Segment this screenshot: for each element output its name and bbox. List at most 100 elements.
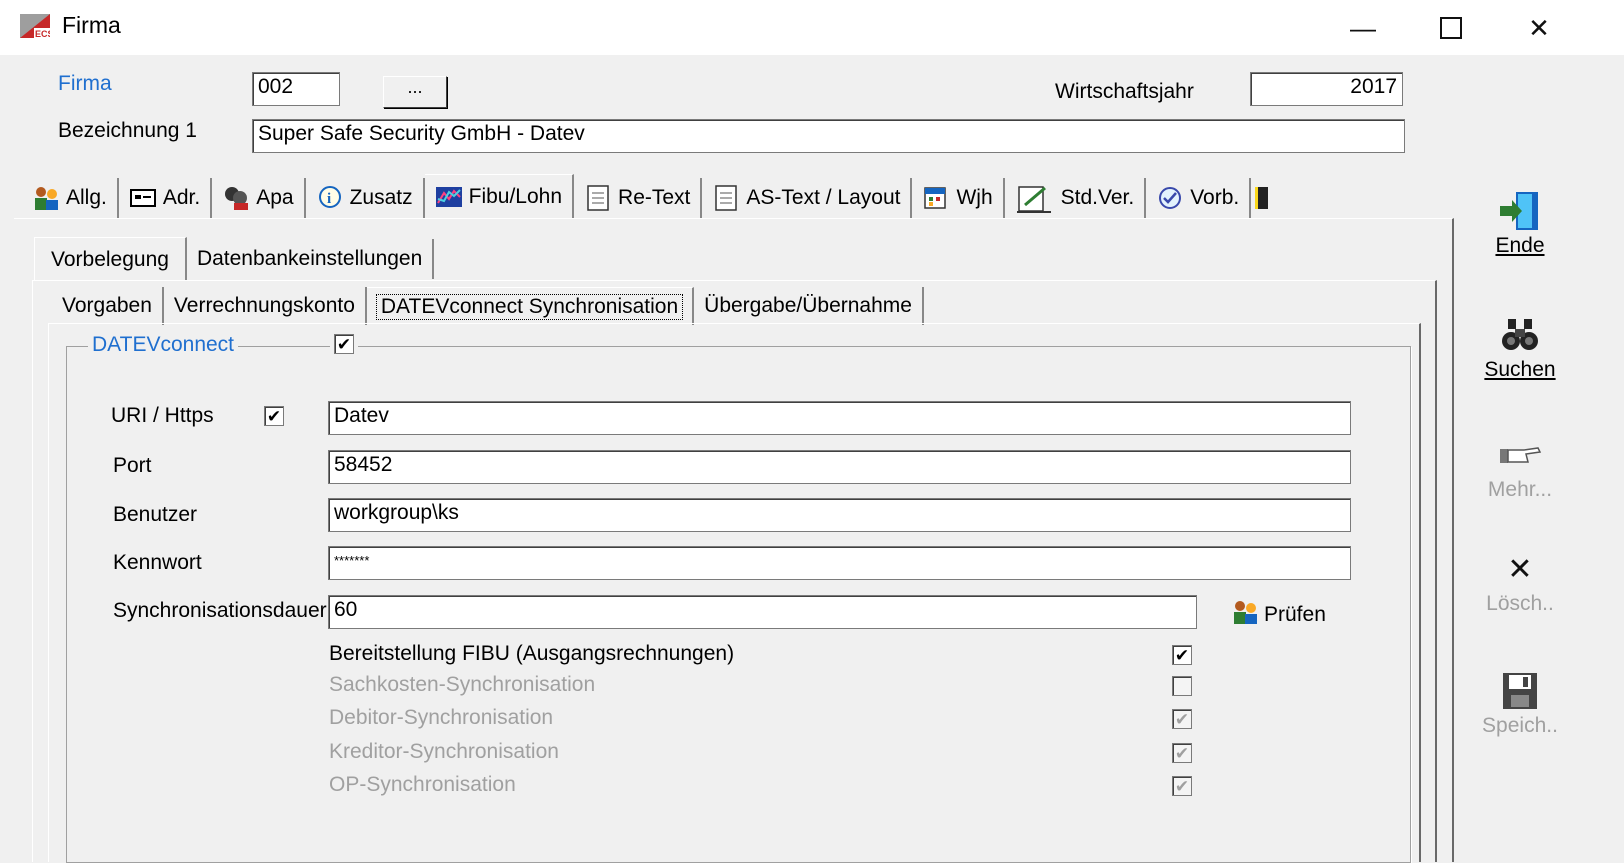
app-icon: ECS bbox=[20, 10, 54, 40]
option-checkbox-kreditor: ✔ bbox=[1172, 743, 1192, 763]
wirtschaftsjahr-label: Wirtschaftsjahr bbox=[1055, 80, 1194, 103]
delete-x-icon: ✕ bbox=[1507, 552, 1533, 586]
window-title: Firma bbox=[62, 12, 121, 38]
firma-browse-button[interactable]: ... bbox=[383, 76, 447, 108]
option-label-bereitstellung: Bereitstellung FIBU (Ausgangsrechnungen) bbox=[329, 642, 735, 665]
suchen-text: Suchen bbox=[1484, 358, 1556, 381]
tab-uebergabe-uebernahme[interactable]: Übergabe/Übernahme bbox=[694, 287, 924, 325]
tab-label: Datenbankeinstellungen bbox=[196, 247, 423, 270]
option-checkbox-bereitstellung[interactable]: ✔ bbox=[1172, 645, 1192, 665]
tab-label: Re-Text bbox=[618, 186, 691, 209]
suchen-label: Suchen bbox=[1470, 358, 1570, 382]
tab-as-text-layout[interactable]: AS-Text / Layout bbox=[702, 178, 913, 218]
tab-vorb[interactable]: Vorb. bbox=[1146, 178, 1252, 218]
save-disk-icon bbox=[1470, 668, 1570, 714]
bezeichnung-input[interactable]: Super Safe Security GmbH - Datev bbox=[252, 119, 1405, 153]
option-checkbox-op: ✔ bbox=[1172, 776, 1192, 796]
sub-tab-bar: Vorbelegung Datenbankeinstellungen bbox=[34, 237, 435, 281]
uri-label: URI / Https bbox=[111, 404, 214, 427]
firma-label: Firma bbox=[58, 72, 112, 95]
tab-datenbankeinstellungen[interactable]: Datenbankeinstellungen bbox=[187, 239, 435, 279]
tab-allg[interactable]: Allg. bbox=[22, 178, 119, 218]
tab-vorgaben[interactable]: Vorgaben bbox=[52, 287, 164, 325]
loeschen-button[interactable]: ✕ Lösch.. bbox=[1470, 546, 1570, 616]
synchronisationsdauer-label: Synchronisationsdauer bbox=[113, 599, 327, 622]
uri-input[interactable]: Datev bbox=[328, 401, 1351, 435]
tab-wjh[interactable]: Wjh bbox=[912, 178, 1005, 218]
contacts-icon bbox=[222, 185, 250, 211]
tab-vorbelegung[interactable]: Vorbelegung bbox=[34, 237, 187, 281]
tab-label: Wjh bbox=[956, 186, 993, 209]
more-tabs-icon bbox=[1255, 187, 1269, 209]
svg-text:i: i bbox=[327, 191, 331, 207]
tab-std-ver[interactable]: Std.Ver. bbox=[1005, 178, 1147, 218]
tab-label: Std.Ver. bbox=[1060, 186, 1135, 209]
speichern-button[interactable]: Speich.. bbox=[1470, 668, 1570, 738]
ende-button[interactable]: Ende bbox=[1470, 188, 1570, 258]
tab-label: Adr. bbox=[162, 186, 201, 209]
tab-label: Vorbelegung bbox=[51, 247, 169, 271]
synchronisationsdauer-input[interactable]: 60 bbox=[328, 595, 1197, 629]
minimize-button[interactable]: — bbox=[1340, 8, 1386, 48]
sub-sub-tab-bar: Vorgaben Verrechnungskonto DATEVconnect … bbox=[52, 287, 924, 325]
people-icon bbox=[32, 185, 60, 211]
calendar-icon bbox=[922, 185, 950, 211]
tab-label: Allg. bbox=[66, 186, 107, 209]
pruefen-button[interactable]: Prüfen bbox=[1230, 598, 1326, 632]
pointing-hand-icon bbox=[1470, 432, 1570, 478]
tab-label: Zusatz bbox=[349, 186, 413, 209]
vorb-icon bbox=[1156, 185, 1184, 211]
ende-label: Ende bbox=[1495, 234, 1545, 257]
benutzer-label: Benutzer bbox=[113, 503, 198, 526]
kennwort-label: Kennwort bbox=[113, 551, 202, 574]
option-label-op: OP-Synchronisation bbox=[329, 773, 516, 796]
port-label: Port bbox=[113, 454, 152, 477]
tab-adr[interactable]: Adr. bbox=[119, 178, 213, 218]
option-label-debitor: Debitor-Synchronisation bbox=[329, 706, 554, 729]
document-icon bbox=[712, 185, 740, 211]
loeschen-label: Lösch.. bbox=[1486, 592, 1554, 615]
kennwort-input[interactable]: ******* bbox=[328, 546, 1351, 580]
datev-group-title: DATEVconnect bbox=[88, 333, 239, 357]
bezeichnung-label: Bezeichnung 1 bbox=[58, 119, 197, 142]
tab-label: Vorb. bbox=[1190, 186, 1240, 209]
tab-label: DATEVconnect Synchronisation bbox=[375, 293, 684, 320]
tab-label: Fibu/Lohn bbox=[468, 184, 563, 208]
option-checkbox-sachkosten bbox=[1172, 676, 1192, 696]
datev-enabled-checkbox[interactable]: ✔ bbox=[334, 334, 354, 354]
close-button[interactable]: ✕ bbox=[1516, 8, 1562, 48]
tab-label: Apa bbox=[256, 186, 294, 209]
tab-more[interactable] bbox=[1251, 178, 1272, 218]
pruefen-label: Prüfen bbox=[1264, 603, 1326, 626]
mehr-label: Mehr... bbox=[1487, 478, 1553, 501]
chart-icon bbox=[435, 184, 463, 210]
port-input[interactable]: 58452 bbox=[328, 450, 1351, 484]
tab-zusatz[interactable]: i Zusatz bbox=[306, 178, 425, 218]
card-icon bbox=[129, 185, 157, 211]
tab-apa[interactable]: Apa bbox=[212, 178, 306, 218]
tab-label: Übergabe/Übernahme bbox=[704, 294, 912, 317]
exit-door-icon bbox=[1470, 188, 1570, 234]
mehr-button[interactable]: Mehr... bbox=[1470, 432, 1570, 502]
firma-input[interactable]: 002 bbox=[252, 72, 340, 106]
option-label-kreditor: Kreditor-Synchronisation bbox=[329, 740, 559, 763]
option-checkbox-debitor: ✔ bbox=[1172, 709, 1192, 729]
suchen-button[interactable]: Suchen bbox=[1470, 312, 1570, 382]
benutzer-input[interactable]: workgroup\ks bbox=[328, 498, 1351, 532]
tab-verrechnungskonto[interactable]: Verrechnungskonto bbox=[164, 287, 367, 325]
tab-label: Vorgaben bbox=[62, 294, 152, 317]
tab-re-text[interactable]: Re-Text bbox=[574, 178, 703, 218]
option-label-sachkosten: Sachkosten-Synchronisation bbox=[329, 673, 596, 696]
edit-icon bbox=[1015, 185, 1055, 213]
binoculars-icon bbox=[1470, 312, 1570, 358]
tab-label: AS-Text / Layout bbox=[746, 186, 901, 209]
uri-https-checkbox[interactable]: ✔ bbox=[264, 406, 284, 426]
svg-text:ECS: ECS bbox=[35, 29, 50, 39]
maximize-button[interactable] bbox=[1428, 8, 1474, 48]
document-icon bbox=[584, 185, 612, 211]
tab-datevconnect-synchronisation[interactable]: DATEVconnect Synchronisation bbox=[366, 287, 695, 325]
wirtschaftsjahr-input[interactable]: 2017 bbox=[1250, 72, 1403, 106]
tab-fibu-lohn[interactable]: Fibu/Lohn bbox=[424, 174, 575, 218]
main-tab-bar: Allg. Adr. Apa i Zusatz Fibu/Lohn Re-Tex… bbox=[22, 174, 1272, 218]
speichern-label: Speich.. bbox=[1482, 714, 1558, 737]
